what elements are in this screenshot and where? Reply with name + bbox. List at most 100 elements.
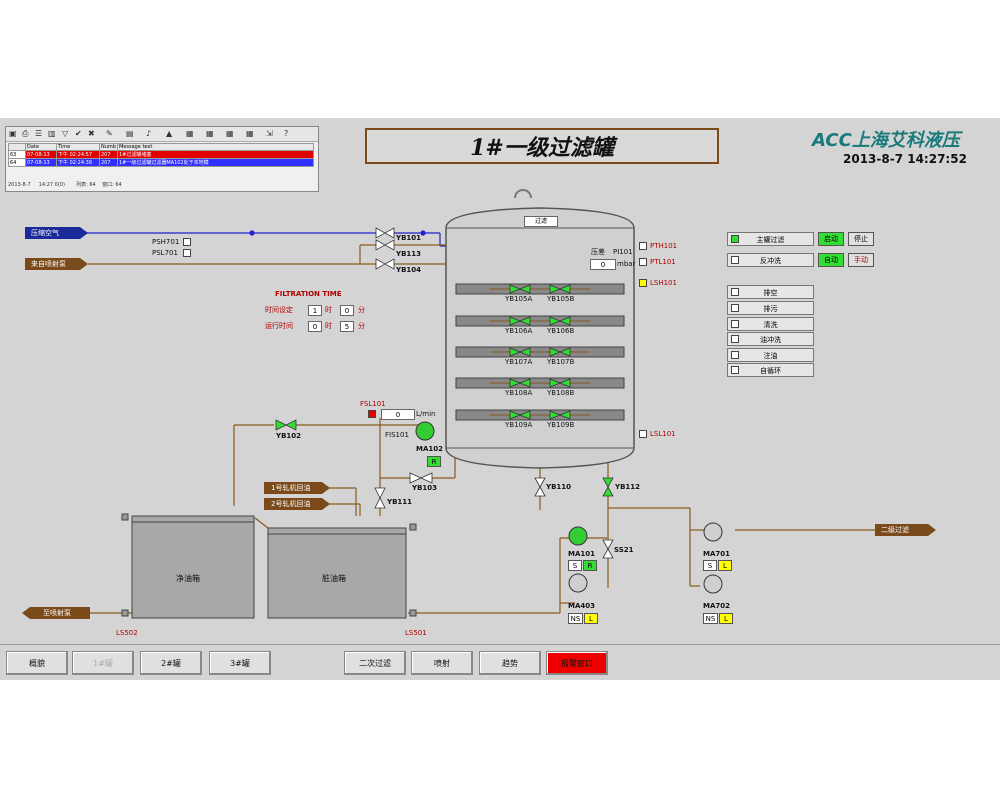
instrument-pi101: PI101: [613, 248, 633, 256]
process-diagram: [22, 189, 936, 619]
lsh101-indicator: [639, 279, 647, 287]
time-set-hours[interactable]: 1: [308, 305, 322, 316]
mode-button-fill-oil[interactable]: 注油: [727, 348, 814, 362]
valve-label-yb106b: YB106B: [547, 327, 575, 335]
valve-label-ss21: SS21: [614, 546, 634, 554]
mode-button-sewage[interactable]: 排污: [727, 301, 814, 315]
ptl101-indicator: [639, 258, 647, 266]
flow-value: 0: [381, 409, 415, 420]
run-time-minutes: 5: [340, 321, 354, 332]
ma403-status-ns: NS: [568, 613, 583, 624]
mode-label: 注油: [763, 352, 778, 360]
valve-yb104-icon[interactable]: [375, 258, 395, 270]
backwash-label: 反冲洗: [760, 257, 781, 265]
valve-yb102-icon[interactable]: [275, 419, 297, 431]
valve-yb103-icon[interactable]: [409, 472, 433, 484]
tank-top-label: 过滤: [524, 216, 558, 227]
nav-tank3-button[interactable]: 3#罐: [209, 651, 271, 675]
hour-unit: 时: [325, 306, 332, 314]
pump-ma403-icon[interactable]: [568, 573, 588, 593]
nav-alarm-window-button[interactable]: 报警窗口: [546, 651, 608, 675]
nav-spray-button[interactable]: 喷射: [411, 651, 473, 675]
nav-divider: [0, 644, 1000, 645]
mode-button-oil-flush[interactable]: 油冲洗: [727, 332, 814, 346]
mode-label: 油冲洗: [760, 336, 781, 344]
valve-label-yb109b: YB109B: [547, 421, 575, 429]
valve-label-yb104: YB104: [396, 266, 422, 274]
valve-label-yb106a: YB106A: [505, 327, 533, 335]
valve-label-yb108a: YB108A: [505, 389, 533, 397]
pump-label-ma101: MA101: [568, 550, 595, 558]
mode-label: 清洗: [763, 321, 778, 329]
pump-ma701-icon[interactable]: [703, 522, 723, 542]
valve-ss21-icon[interactable]: [602, 539, 614, 559]
valve-label-yb107a: YB107A: [505, 358, 533, 366]
instrument-fsl101: FSL101: [360, 400, 386, 408]
valve-yb111-icon[interactable]: [374, 487, 386, 509]
valve-label-yb113: YB113: [396, 250, 422, 258]
valve-label-yb107b: YB107B: [547, 358, 575, 366]
valve-label-yb103: YB103: [412, 484, 438, 492]
valve-yb113-icon[interactable]: [375, 239, 395, 251]
pipe-label-mill2-return: 2号轧机回油: [271, 500, 311, 508]
clean-oil-tank-label: 净油箱: [176, 574, 200, 583]
psh701-indicator: [183, 238, 191, 246]
mode-button-drain[interactable]: 排空: [727, 285, 814, 299]
backwash-mode-button[interactable]: 反冲洗: [727, 253, 814, 267]
valve-label-yb102: YB102: [276, 432, 302, 440]
main-filter-label: 主罐过滤: [756, 236, 785, 244]
valve-yb110-icon[interactable]: [534, 477, 546, 497]
mode-button-self-circulate[interactable]: 自循环: [727, 363, 814, 377]
lsl101-indicator: [639, 430, 647, 438]
pi101-label: 压差: [591, 248, 605, 256]
valve-label-yb108b: YB108B: [547, 389, 575, 397]
instrument-lsl101: LSL101: [650, 430, 676, 438]
pump-ma702-icon[interactable]: [703, 574, 723, 594]
tanks: [121, 513, 417, 619]
valve-label-yb101: YB101: [396, 234, 422, 242]
valve-label-yb112: YB112: [615, 483, 641, 491]
minute-unit: 分: [358, 306, 365, 314]
time-set-minutes[interactable]: 0: [340, 305, 354, 316]
instrument-ls501: LS501: [405, 629, 427, 637]
time-set-label: 时间设定: [265, 306, 293, 314]
main-filter-mode-button[interactable]: 主罐过滤: [727, 232, 814, 246]
nav-overview-button[interactable]: 概貌: [6, 651, 68, 675]
pump-ma102-icon[interactable]: [415, 421, 435, 441]
instrument-fis101: FIS101: [385, 431, 409, 439]
ma702-status-l: L: [719, 613, 733, 624]
auto-button[interactable]: 自动: [818, 253, 844, 267]
instrument-psh701: PSH701: [152, 238, 180, 246]
valve-yb112-icon[interactable]: [602, 477, 614, 497]
run-minute-unit: 分: [358, 322, 365, 330]
mode-button-clean[interactable]: 清洗: [727, 317, 814, 331]
valve-label-yb110: YB110: [546, 483, 572, 491]
valve-label-yb111: YB111: [387, 498, 413, 506]
dirty-oil-tank-label: 脏油箱: [322, 574, 346, 583]
pump-ma101-icon[interactable]: [568, 526, 588, 546]
hmi-screen: ▣ ⎙ ☰ ▥ ▽ ✔ ✖ ✎ ▤ ♪ ▲ ▦ ▦ ▦ ▦ ⇲ ? Date T…: [0, 118, 1000, 680]
valve-label-yb105a: YB105A: [505, 295, 533, 303]
nav-secondary-filter-button[interactable]: 二次过滤: [344, 651, 406, 675]
filter-vessel: [445, 189, 635, 469]
psl701-indicator: [183, 249, 191, 257]
fsl101-alarm-indicator: [368, 410, 376, 418]
nav-trend-button[interactable]: 趋势: [479, 651, 541, 675]
valve-label-yb105b: YB105B: [547, 295, 575, 303]
ma701-status-s: S: [703, 560, 717, 571]
nav-tank2-button[interactable]: 2#罐: [140, 651, 202, 675]
pi101-value: 0: [590, 259, 616, 270]
start-button[interactable]: 启动: [818, 232, 844, 246]
pipe-label-mill1-return: 1号轧机回油: [271, 484, 311, 492]
ma701-status-l: L: [718, 560, 732, 571]
pipe-label-to-sprayer: 至喷射泵: [43, 609, 71, 617]
run-hour-unit: 时: [325, 322, 332, 330]
mode-label: 自循环: [760, 367, 781, 375]
stop-button[interactable]: 停止: [848, 232, 874, 246]
manual-button[interactable]: 手动: [848, 253, 874, 267]
ma702-status-ns: NS: [703, 613, 718, 624]
nav-tank1-button[interactable]: 1#罐: [72, 651, 134, 675]
pipe-label-from-sprayer: 来自喷射泵: [31, 260, 66, 268]
valve-yb101-icon[interactable]: [375, 227, 395, 239]
ma403-status-l: L: [584, 613, 598, 624]
